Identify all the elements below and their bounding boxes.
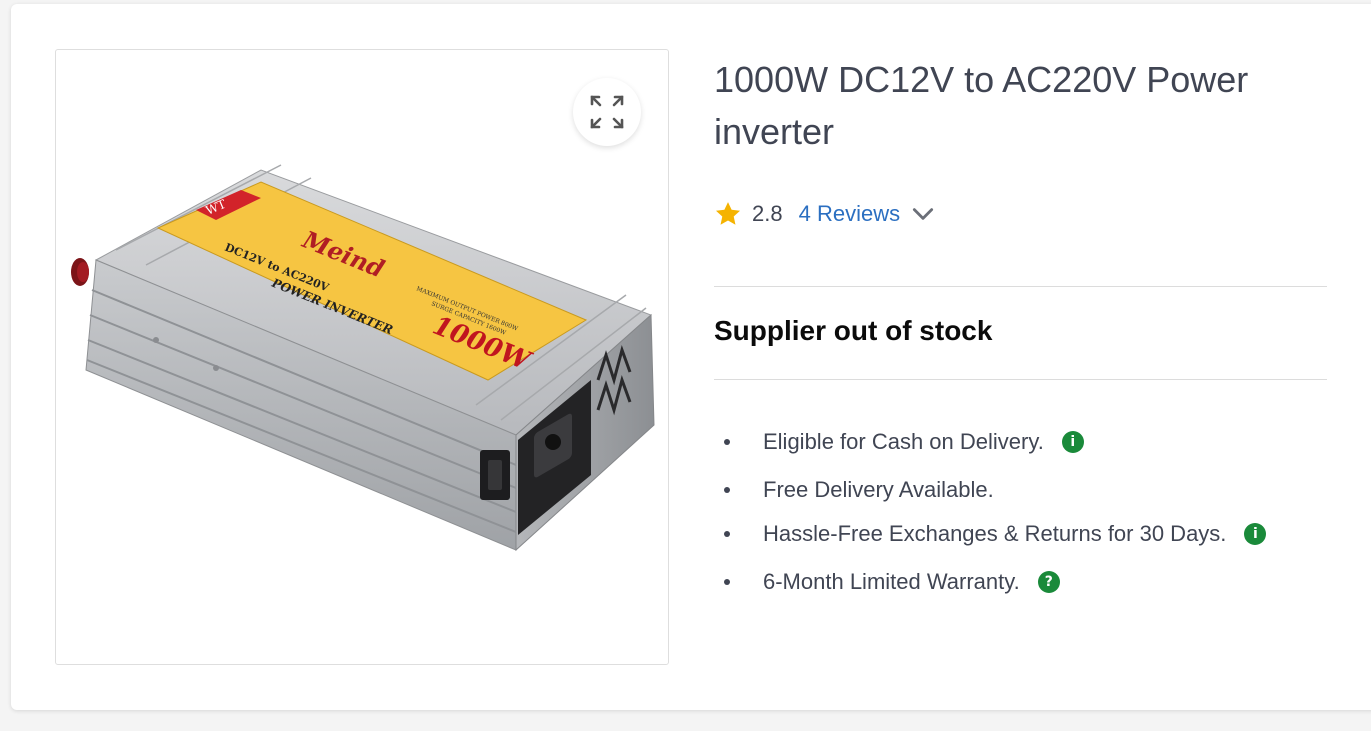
chevron-down-icon[interactable]	[910, 201, 936, 227]
benefit-text: 6-Month Limited Warranty.	[763, 569, 1020, 594]
benefit-warranty: 6-Month Limited Warranty. ?	[714, 562, 1060, 602]
bullet	[724, 531, 730, 537]
info-icon[interactable]: i	[1244, 523, 1267, 545]
benefit-cash-on-delivery: Eligible for Cash on Delivery. i	[714, 422, 1084, 462]
star-icon	[715, 202, 741, 225]
benefit-text: Hassle-Free Exchanges & Returns for 30 D…	[763, 521, 1227, 546]
benefit-text: Free Delivery Available.	[763, 477, 994, 502]
help-icon[interactable]: ?	[1037, 571, 1060, 593]
rating-row: 2.8 4 Reviews	[714, 198, 936, 230]
divider	[714, 379, 1327, 380]
reviews-link[interactable]: 4 Reviews	[799, 201, 900, 227]
rating-value: 2.8	[752, 201, 783, 226]
expand-icon	[590, 95, 624, 129]
benefit-text: Eligible for Cash on Delivery.	[763, 429, 1044, 454]
product-image[interactable]: WT Meind DC12V to AC220V POWER INVERTER …	[56, 50, 669, 665]
stock-status: Supplier out of stock	[714, 315, 993, 346]
bullet	[724, 439, 730, 445]
expand-image-button[interactable]	[573, 78, 641, 146]
benefit-free-delivery: Free Delivery Available.	[714, 470, 994, 510]
product-card: WT Meind DC12V to AC220V POWER INVERTER …	[11, 4, 1371, 710]
bullet	[724, 487, 730, 493]
product-title: 1000W DC12V to AC220V Power inverter	[714, 59, 1249, 152]
info-icon[interactable]: i	[1061, 431, 1084, 453]
benefit-returns: Hassle-Free Exchanges & Returns for 30 D…	[714, 514, 1267, 554]
divider	[714, 286, 1327, 287]
product-gallery[interactable]: WT Meind DC12V to AC220V POWER INVERTER …	[55, 49, 669, 665]
bullet	[724, 579, 730, 585]
